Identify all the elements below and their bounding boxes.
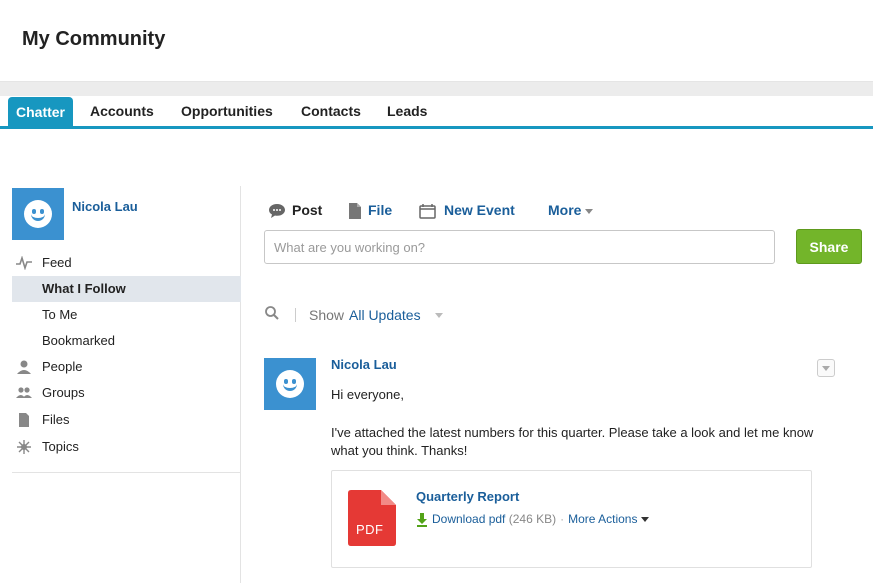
calendar-icon xyxy=(419,204,436,220)
sidebar-item-label: To Me xyxy=(42,307,78,322)
sidebar-item-label: Files xyxy=(42,412,70,427)
sidebar-item-to-me[interactable]: To Me xyxy=(12,302,241,328)
feed-item-menu-button[interactable] xyxy=(817,359,835,377)
attachment-title[interactable]: Quarterly Report xyxy=(416,489,519,504)
search-icon[interactable] xyxy=(264,305,280,321)
chevron-down-icon xyxy=(585,208,594,214)
sidebar-item-bookmarked[interactable]: Bookmarked xyxy=(12,328,241,354)
app-header: My Community xyxy=(0,0,873,82)
sidebar-divider xyxy=(12,472,241,473)
tab-accounts[interactable]: Accounts xyxy=(90,96,154,126)
publisher-post-tab[interactable]: Post xyxy=(268,200,322,220)
sidebar-item-label: People xyxy=(42,359,83,374)
sidebar-item-what-i-follow[interactable]: What I Follow xyxy=(12,276,241,302)
sidebar-item-people[interactable]: People xyxy=(12,354,241,380)
avatar[interactable] xyxy=(12,188,64,240)
feed-item-author[interactable]: Nicola Lau xyxy=(331,357,397,372)
sidebar-item-files[interactable]: Files xyxy=(12,407,241,433)
publisher-post-label: Post xyxy=(292,202,323,218)
header-divider xyxy=(0,82,873,96)
tab-contacts[interactable]: Contacts xyxy=(301,96,361,126)
smiley-face-icon xyxy=(24,200,52,228)
publisher-new-event-tab[interactable]: New Event xyxy=(418,200,515,220)
sidebar-item-label: Groups xyxy=(42,385,85,400)
download-pdf-link[interactable]: Download pdf xyxy=(432,512,505,526)
filter-divider xyxy=(295,308,296,322)
feed-icon xyxy=(16,256,32,270)
chevron-down-icon xyxy=(641,517,650,523)
chevron-down-icon xyxy=(822,366,830,371)
share-button[interactable]: Share xyxy=(796,229,862,264)
separator-dot: · xyxy=(560,512,565,526)
feed-item-avatar[interactable] xyxy=(264,358,316,410)
attachment-actions: Download pdf (246 KB) · More Actions xyxy=(416,512,650,527)
chevron-down-icon[interactable] xyxy=(435,313,443,318)
publisher-file-label: File xyxy=(368,202,393,218)
feed-item-greeting: Hi everyone, xyxy=(331,387,404,402)
chatter-sidebar: Nicola Lau Feed What I Follow To Me Book… xyxy=(12,186,241,583)
smiley-face-icon xyxy=(276,370,304,398)
groups-icon xyxy=(16,387,32,398)
download-icon xyxy=(417,512,427,527)
pdf-label: PDF xyxy=(356,522,384,537)
file-icon xyxy=(349,203,361,220)
app-title: My Community xyxy=(22,28,166,50)
tab-chatter[interactable]: Chatter xyxy=(8,97,74,127)
sidebar-item-feed[interactable]: Feed xyxy=(12,250,241,276)
sidebar-item-label: Bookmarked xyxy=(42,333,115,348)
file-icon xyxy=(19,413,29,427)
sidebar-item-label: Topics xyxy=(42,439,79,454)
more-actions-dropdown[interactable]: More Actions xyxy=(568,512,650,526)
tab-bar: Chatter Accounts Opportunities Contacts … xyxy=(0,96,873,129)
sidebar-item-groups[interactable]: Groups xyxy=(12,380,241,406)
person-icon xyxy=(17,360,31,374)
tab-leads[interactable]: Leads xyxy=(387,96,427,126)
tab-opportunities[interactable]: Opportunities xyxy=(181,96,273,126)
topics-icon xyxy=(17,440,31,454)
post-input[interactable] xyxy=(264,230,775,264)
attachment-card: PDF Quarterly Report Download pdf (246 K… xyxy=(331,470,812,568)
more-actions-label: More Actions xyxy=(568,512,638,526)
publisher-more-label: More xyxy=(548,202,582,218)
file-size: (246 KB) xyxy=(508,512,557,526)
publisher-file-tab[interactable]: File xyxy=(348,200,392,220)
feed-item-body: I've attached the latest numbers for thi… xyxy=(331,425,814,458)
show-label: Show xyxy=(309,307,345,323)
show-filter-dropdown[interactable]: All Updates xyxy=(349,307,421,323)
sidebar-item-topics[interactable]: Topics xyxy=(12,434,241,460)
sidebar-item-label: Feed xyxy=(42,255,72,270)
speech-bubble-icon xyxy=(269,204,285,219)
publisher-more-dropdown[interactable]: More xyxy=(548,200,594,220)
sidebar-item-label: What I Follow xyxy=(42,281,126,296)
pdf-file-icon[interactable]: PDF xyxy=(348,490,396,546)
publisher-new-event-label: New Event xyxy=(444,202,515,218)
sidebar-user-name[interactable]: Nicola Lau xyxy=(72,199,138,214)
